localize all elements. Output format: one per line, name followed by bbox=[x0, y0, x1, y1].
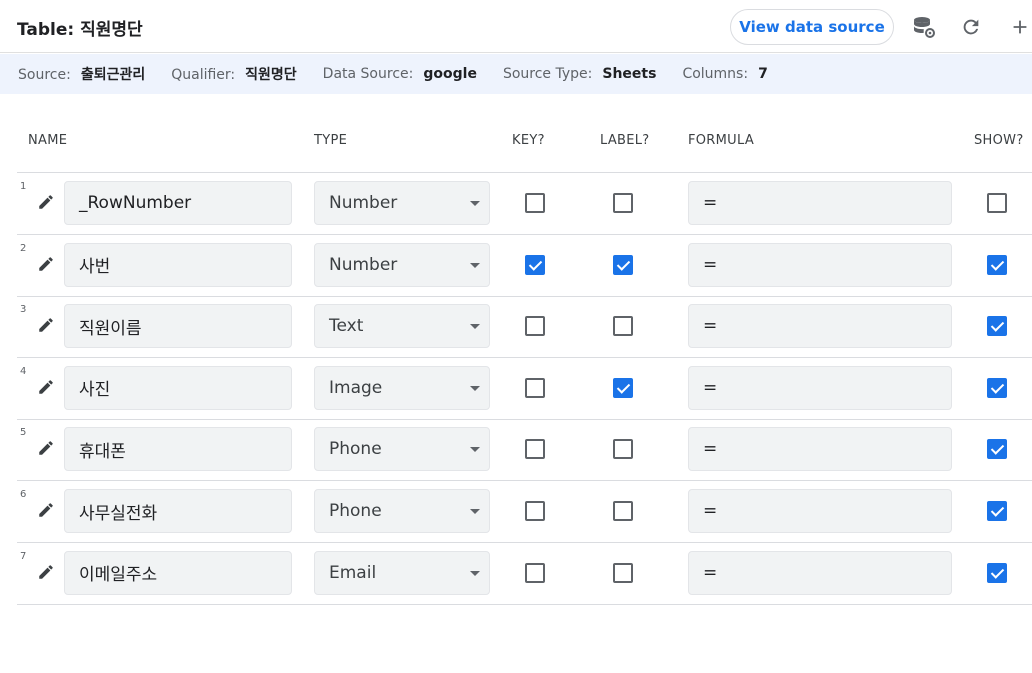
key-checkbox[interactable] bbox=[525, 562, 545, 583]
column-type-select[interactable]: Number bbox=[314, 181, 490, 225]
row-number: 2 bbox=[20, 242, 27, 254]
show-checkbox[interactable] bbox=[987, 193, 1007, 213]
table-info-bar: Source: 출퇴근관리 Qualifier: 직원명단 Data Source:… bbox=[0, 54, 1032, 94]
formula-field[interactable]: = bbox=[688, 365, 952, 410]
dropdown-caret-icon bbox=[470, 447, 480, 453]
row-number: 1 bbox=[20, 181, 27, 192]
column-name-field[interactable]: 사무실전화 bbox=[64, 489, 292, 533]
edit-pencil-icon[interactable] bbox=[37, 193, 55, 211]
table-row: 7 이메일주소 Email = bbox=[17, 543, 1032, 605]
col-header-key: KEY? bbox=[512, 133, 545, 148]
column-name-field[interactable]: 휴대폰 bbox=[64, 427, 292, 472]
col-header-type: TYPE bbox=[314, 133, 348, 148]
key-checkbox[interactable] bbox=[525, 193, 545, 213]
show-checkbox[interactable] bbox=[987, 562, 1007, 583]
key-checkbox[interactable] bbox=[525, 254, 545, 275]
formula-field[interactable]: = bbox=[688, 427, 952, 472]
show-checkbox[interactable] bbox=[987, 254, 1007, 275]
col-header-name: NAME bbox=[28, 133, 68, 148]
add-icon[interactable] bbox=[1006, 13, 1032, 41]
column-type-select[interactable]: Number bbox=[314, 242, 490, 287]
view-data-source-button[interactable]: View data source bbox=[730, 9, 894, 45]
col-header-show: SHOW? bbox=[974, 133, 1024, 148]
column-type-select[interactable]: Phone bbox=[314, 489, 490, 533]
table-row: 1 _RowNumber Number = bbox=[17, 173, 1032, 235]
dropdown-caret-icon bbox=[470, 262, 480, 268]
formula-field[interactable]: = bbox=[688, 550, 952, 595]
label-checkbox[interactable] bbox=[613, 254, 633, 275]
type-value: Number bbox=[329, 254, 398, 275]
refresh-icon[interactable] bbox=[957, 13, 985, 41]
row-number: 6 bbox=[20, 489, 27, 500]
table-row: 4 사진 Image = bbox=[17, 358, 1032, 420]
row-number: 4 bbox=[20, 365, 27, 377]
column-type-select[interactable]: Text bbox=[314, 304, 490, 349]
type-value: Image bbox=[329, 377, 383, 398]
edit-pencil-icon[interactable] bbox=[37, 316, 55, 334]
type-value: Number bbox=[329, 193, 398, 213]
show-checkbox[interactable] bbox=[987, 439, 1007, 460]
dropdown-caret-icon bbox=[470, 570, 480, 576]
info-columns: Columns: 7 bbox=[682, 66, 768, 82]
dropdown-caret-icon bbox=[470, 385, 480, 391]
column-name-field[interactable]: 사번 bbox=[64, 242, 292, 287]
type-value: Text bbox=[329, 316, 364, 337]
info-data-source: Data Source: google bbox=[322, 66, 477, 82]
col-header-label: LABEL? bbox=[600, 133, 650, 148]
key-checkbox[interactable] bbox=[525, 501, 545, 521]
show-checkbox[interactable] bbox=[987, 316, 1007, 337]
edit-pencil-icon[interactable] bbox=[37, 501, 55, 519]
key-checkbox[interactable] bbox=[525, 316, 545, 337]
edit-pencil-icon[interactable] bbox=[37, 439, 55, 457]
page-title: Table: 직원명단 bbox=[17, 20, 143, 40]
show-checkbox[interactable] bbox=[987, 501, 1007, 521]
type-value: Email bbox=[329, 562, 377, 583]
column-type-select[interactable]: Image bbox=[314, 365, 490, 410]
table-row: 2 사번 Number = bbox=[17, 235, 1032, 297]
row-number: 5 bbox=[20, 427, 27, 439]
col-header-formula: FORMULA bbox=[688, 133, 755, 148]
database-settings-icon[interactable] bbox=[910, 13, 938, 41]
key-checkbox[interactable] bbox=[525, 439, 545, 460]
info-qualifier: Qualifier: 직원명단 bbox=[171, 67, 297, 83]
header-bar: Table: 직원명단 View data source bbox=[0, 0, 1032, 53]
edit-pencil-icon[interactable] bbox=[37, 378, 55, 396]
table-row: 6 사무실전화 Phone = bbox=[17, 481, 1032, 543]
column-name-field[interactable]: 직원이름 bbox=[64, 304, 292, 349]
label-checkbox[interactable] bbox=[613, 562, 633, 583]
formula-field[interactable]: = bbox=[688, 489, 952, 533]
column-name-field[interactable]: _RowNumber bbox=[64, 181, 292, 225]
dropdown-caret-icon bbox=[470, 201, 480, 206]
dropdown-caret-icon bbox=[470, 324, 480, 330]
type-value: Phone bbox=[329, 501, 382, 521]
table-row: 3 직원이름 Text = bbox=[17, 296, 1032, 359]
label-checkbox[interactable] bbox=[613, 193, 633, 213]
column-type-select[interactable]: Email bbox=[314, 550, 490, 595]
dropdown-caret-icon bbox=[470, 509, 480, 514]
label-checkbox[interactable] bbox=[613, 377, 633, 398]
label-checkbox[interactable] bbox=[613, 501, 633, 521]
column-type-select[interactable]: Phone bbox=[314, 427, 490, 472]
column-name-field[interactable]: 사진 bbox=[64, 365, 292, 410]
row-number: 3 bbox=[20, 304, 27, 316]
label-checkbox[interactable] bbox=[613, 439, 633, 460]
edit-pencil-icon[interactable] bbox=[37, 255, 55, 273]
key-checkbox[interactable] bbox=[525, 377, 545, 398]
column-name-field[interactable]: 이메일주소 bbox=[64, 550, 292, 595]
label-checkbox[interactable] bbox=[613, 316, 633, 337]
row-number: 7 bbox=[20, 550, 27, 562]
formula-field[interactable]: = bbox=[688, 242, 952, 287]
edit-pencil-icon[interactable] bbox=[37, 563, 55, 581]
info-source: Source: 출퇴근관리 bbox=[18, 67, 146, 83]
info-source-type: Source Type: Sheets bbox=[502, 66, 657, 82]
show-checkbox[interactable] bbox=[987, 377, 1007, 398]
table-row: 5 휴대폰 Phone = bbox=[17, 419, 1032, 482]
formula-field[interactable]: = bbox=[688, 304, 952, 349]
type-value: Phone bbox=[329, 439, 382, 460]
formula-field[interactable]: = bbox=[688, 181, 952, 225]
